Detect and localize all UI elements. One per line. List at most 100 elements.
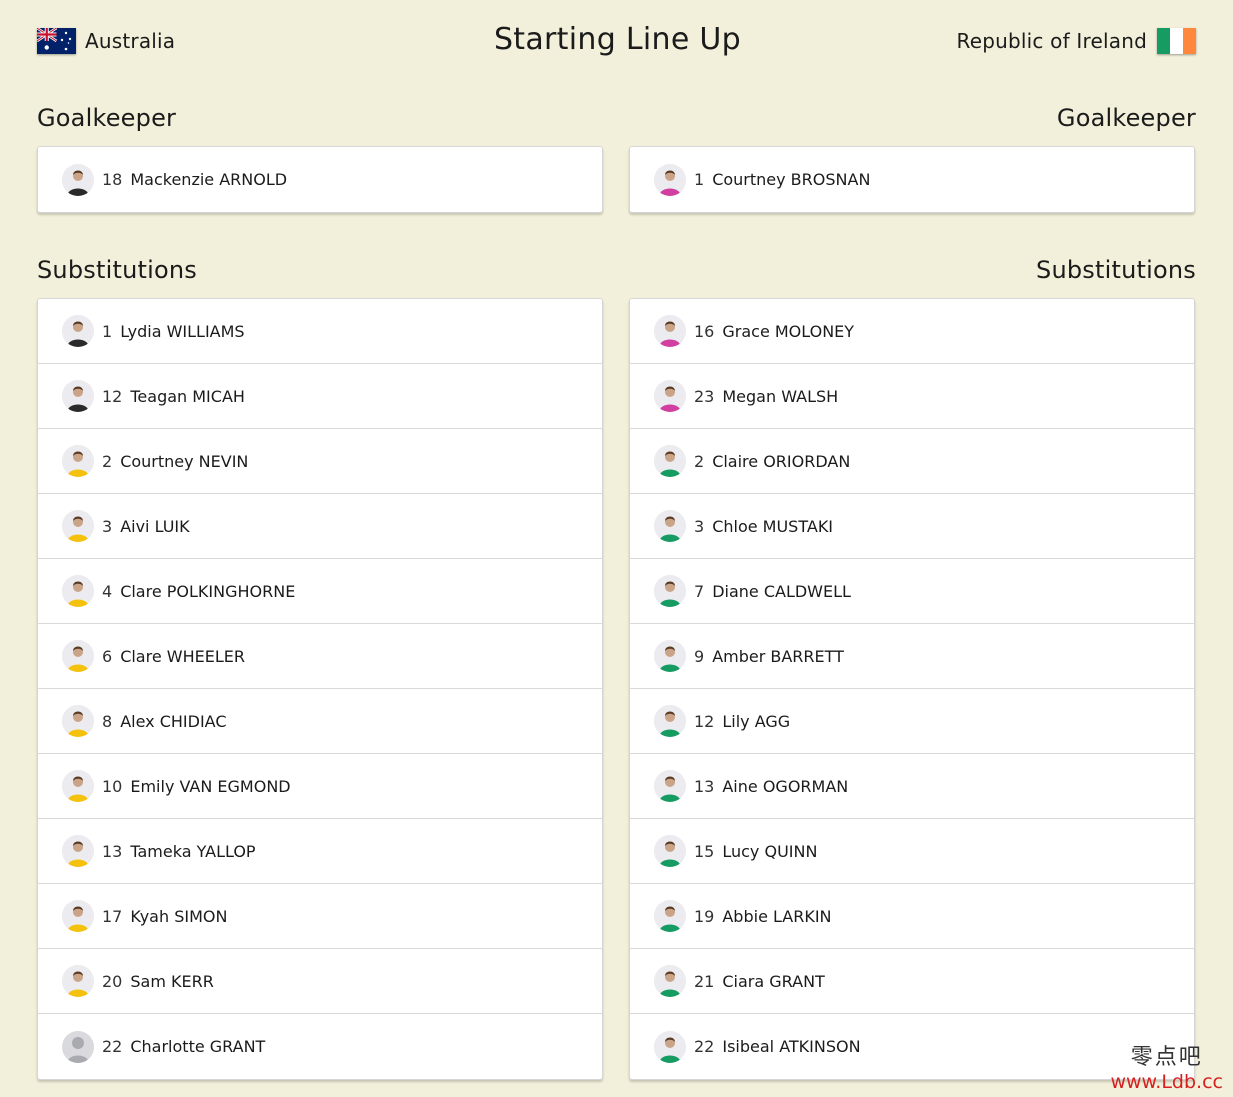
player-name: Tameka YALLOP [130, 841, 256, 861]
player-avatar-icon [62, 510, 94, 542]
player-number: 13 [694, 776, 715, 796]
goalkeeper-heading-right: Goalkeeper [1056, 104, 1196, 132]
player-row[interactable]: 20 Sam KERR [38, 949, 602, 1014]
player-avatar-icon [62, 835, 94, 867]
player-row[interactable]: 2 Courtney NEVIN [38, 429, 602, 494]
player-row[interactable]: 1 Courtney BROSNAN [630, 147, 1194, 212]
player-row[interactable]: 16 Grace MOLONEY [630, 299, 1194, 364]
player-avatar-icon [654, 445, 686, 477]
player-number: 20 [102, 971, 123, 991]
player-avatar-icon [62, 315, 94, 347]
player-avatar-icon [654, 510, 686, 542]
player-name: Grace MOLONEY [722, 321, 855, 341]
player-avatar-icon [654, 575, 686, 607]
player-row[interactable]: 12 Teagan MICAH [38, 364, 602, 429]
player-name: Clare POLKINGHORNE [120, 581, 296, 601]
player-row[interactable]: 8 Alex CHIDIAC [38, 689, 602, 754]
player-name: Clare WHEELER [120, 646, 245, 666]
right-team[interactable]: Republic of Ireland [957, 28, 1196, 54]
player-avatar-icon [62, 770, 94, 802]
player-name: Courtney BROSNAN [712, 170, 871, 189]
header: Australia Starting Line Up Republic of I… [0, 0, 1233, 84]
player-name: Lucy QUINN [722, 841, 818, 861]
player-avatar-icon [654, 163, 686, 196]
player-number: 7 [694, 581, 705, 601]
watermark-bottom: www.Ldb.cc [1110, 1071, 1223, 1093]
player-name: Kyah SIMON [130, 906, 228, 926]
player-number: 22 [694, 1037, 715, 1056]
player-row[interactable]: 1 Lydia WILLIAMS [38, 299, 602, 364]
goalkeeper-heading-left: Goalkeeper [37, 104, 177, 132]
player-row[interactable]: 22 Isibeal ATKINSON [630, 1014, 1194, 1079]
player-name: Aine OGORMAN [722, 776, 849, 796]
player-number: 2 [694, 451, 705, 471]
player-row[interactable]: 17 Kyah SIMON [38, 884, 602, 949]
player-name: Isibeal ATKINSON [722, 1037, 861, 1056]
player-row[interactable]: 21 Ciara GRANT [630, 949, 1194, 1014]
player-name: Mackenzie ARNOLD [130, 170, 288, 189]
player-number: 1 [694, 170, 705, 189]
player-avatar-icon [654, 705, 686, 737]
player-avatar-icon [62, 163, 94, 196]
goalkeeper-list-left: 18 Mackenzie ARNOLD [37, 146, 603, 213]
player-name: Sam KERR [130, 971, 214, 991]
player-row[interactable]: 12 Lily AGG [630, 689, 1194, 754]
player-avatar-icon [654, 900, 686, 932]
player-name: Abbie LARKIN [722, 906, 832, 926]
player-row[interactable]: 2 Claire ORIORDAN [630, 429, 1194, 494]
substitutions-heading-right: Substitutions [1036, 256, 1196, 284]
player-name: Alex CHIDIAC [120, 711, 227, 731]
player-name: Megan WALSH [722, 386, 839, 406]
player-avatar-icon [654, 770, 686, 802]
watermark-top: 零点吧 [1130, 1045, 1203, 1070]
player-name: Emily VAN EGMOND [130, 776, 291, 796]
player-number: 2 [102, 451, 113, 471]
player-row[interactable]: 18 Mackenzie ARNOLD [38, 147, 602, 212]
player-name: Claire ORIORDAN [712, 451, 851, 471]
player-avatar-icon [62, 965, 94, 997]
player-name: Lily AGG [722, 711, 791, 731]
player-name: Teagan MICAH [130, 386, 245, 406]
goalkeeper-list-right: 1 Courtney BROSNAN [629, 146, 1195, 213]
player-name: Amber BARRETT [712, 646, 844, 666]
player-name: Ciara GRANT [722, 971, 825, 991]
player-number: 12 [694, 711, 715, 731]
player-row[interactable]: 3 Aivi LUIK [38, 494, 602, 559]
player-number: 4 [102, 581, 113, 601]
player-row[interactable]: 19 Abbie LARKIN [630, 884, 1194, 949]
player-number: 6 [102, 646, 113, 666]
player-row[interactable]: 13 Aine OGORMAN [630, 754, 1194, 819]
player-number: 13 [102, 841, 123, 861]
player-number: 1 [102, 321, 113, 341]
ireland-flag-icon [1157, 28, 1196, 54]
player-avatar-icon [654, 380, 686, 412]
player-number: 16 [694, 321, 715, 341]
player-name: Lydia WILLIAMS [120, 321, 245, 341]
player-avatar-icon [654, 965, 686, 997]
player-avatar-icon [62, 705, 94, 737]
player-row[interactable]: 9 Amber BARRETT [630, 624, 1194, 689]
player-avatar-icon [62, 575, 94, 607]
player-row[interactable]: 4 Clare POLKINGHORNE [38, 559, 602, 624]
player-number: 15 [694, 841, 715, 861]
player-number: 21 [694, 971, 715, 991]
player-row[interactable]: 22 Charlotte GRANT [38, 1014, 602, 1079]
player-avatar-icon [62, 640, 94, 672]
player-row[interactable]: 10 Emily VAN EGMOND [38, 754, 602, 819]
player-row[interactable]: 7 Diane CALDWELL [630, 559, 1194, 624]
substitutions-heading-left: Substitutions [37, 256, 197, 284]
player-number: 3 [102, 516, 113, 536]
substitutions-list-left: 1 Lydia WILLIAMS 12 Teagan MICAH 2 Courtney N… [37, 298, 603, 1080]
player-row[interactable]: 15 Lucy QUINN [630, 819, 1194, 884]
player-number: 8 [102, 711, 113, 731]
substitutions-list-right: 16 Grace MOLONEY 23 Megan WALSH 2 Claire ORIO… [629, 298, 1195, 1080]
player-avatar-icon [62, 380, 94, 412]
player-row[interactable]: 13 Tameka YALLOP [38, 819, 602, 884]
right-team-name: Republic of Ireland [956, 29, 1147, 53]
player-row[interactable]: 6 Clare WHEELER [38, 624, 602, 689]
player-row[interactable]: 3 Chloe MUSTAKI [630, 494, 1194, 559]
player-row[interactable]: 23 Megan WALSH [630, 364, 1194, 429]
player-avatar-icon [654, 640, 686, 672]
player-avatar-icon [654, 1030, 686, 1063]
player-name: Diane CALDWELL [712, 581, 851, 601]
